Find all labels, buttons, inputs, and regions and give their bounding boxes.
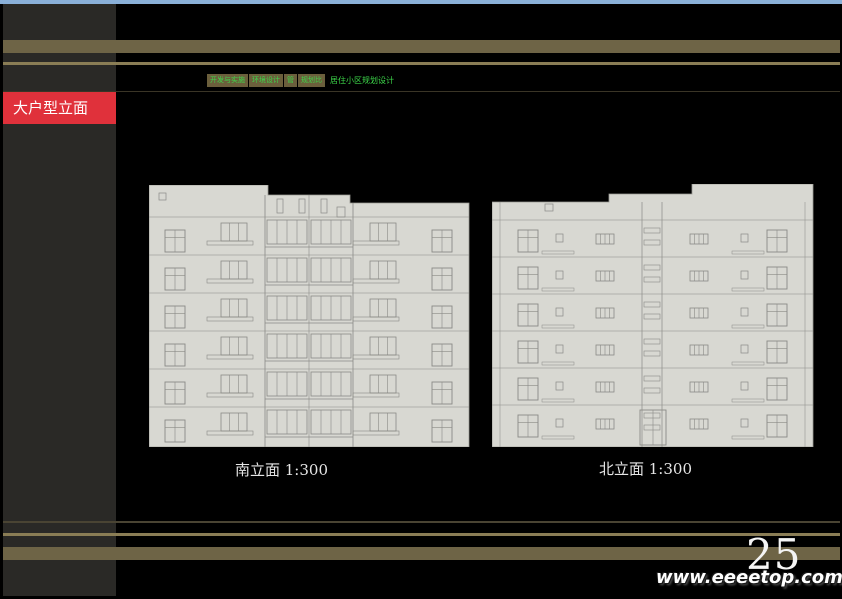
top-thin-line bbox=[3, 91, 840, 92]
breadcrumb-item[interactable]: 管 bbox=[284, 74, 298, 87]
top-accent-band bbox=[3, 40, 840, 53]
section-title: 大户型立面 bbox=[3, 92, 116, 124]
breadcrumb-item[interactable]: 开发与实施 bbox=[207, 74, 249, 87]
north-elevation-drawing bbox=[492, 184, 814, 447]
bottom-accent-line bbox=[3, 533, 840, 536]
bottom-accent-band bbox=[3, 547, 840, 560]
breadcrumb-item[interactable]: 规划比 bbox=[298, 74, 326, 87]
south-elevation-drawing bbox=[149, 185, 470, 447]
breadcrumb-item[interactable]: 环境设计 bbox=[249, 74, 284, 87]
breadcrumb: 开发与实施 环境设计 管 规划比 居住小区规划设计 bbox=[207, 74, 394, 87]
bottom-thin-line bbox=[3, 521, 840, 523]
window-top-strip bbox=[0, 0, 842, 4]
slide-page: 大户型立面 开发与实施 环境设计 管 规划比 居住小区规划设计 南立面 1:30… bbox=[0, 0, 842, 599]
watermark-logo: www.eeeetop.com bbox=[656, 567, 842, 588]
top-accent-line bbox=[3, 62, 840, 65]
north-elevation-caption: 北立面 1:300 bbox=[599, 460, 692, 478]
breadcrumb-current: 居住小区规划设计 bbox=[330, 76, 394, 85]
south-elevation-caption: 南立面 1:300 bbox=[235, 461, 328, 479]
